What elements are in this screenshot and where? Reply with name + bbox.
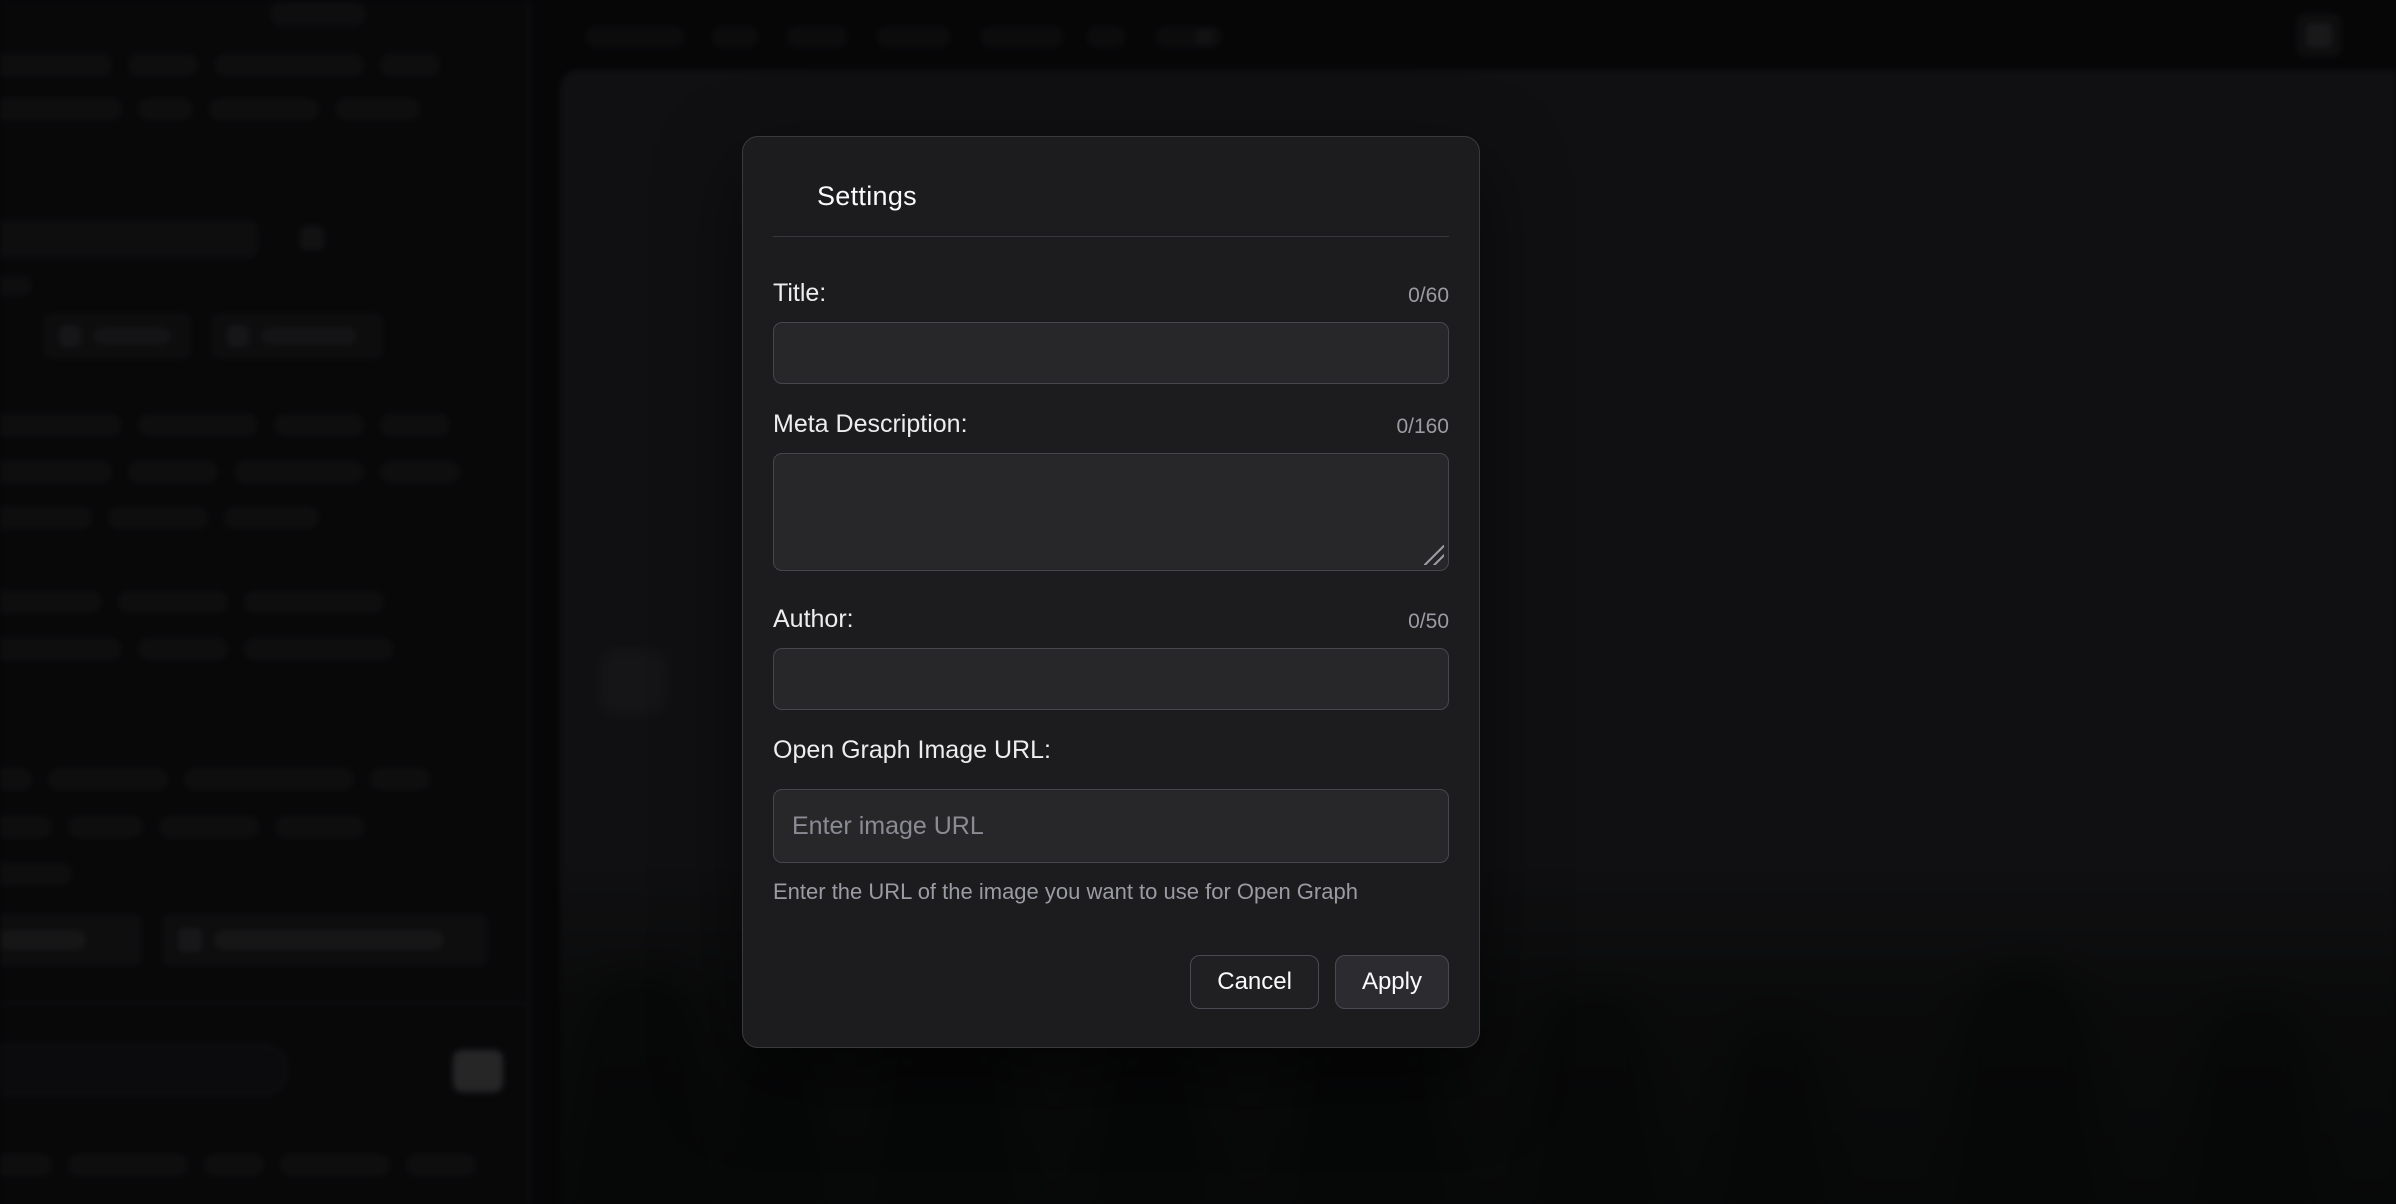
divider bbox=[773, 236, 1449, 237]
og-image-url-label: Open Graph Image URL: bbox=[773, 736, 1051, 765]
meta-description-textarea[interactable] bbox=[773, 453, 1449, 571]
author-input[interactable] bbox=[773, 648, 1449, 710]
title-counter: 0/60 bbox=[1408, 284, 1449, 308]
settings-dialog: Settings Title: 0/60 Meta Description: 0… bbox=[742, 136, 1480, 1048]
author-counter: 0/50 bbox=[1408, 610, 1449, 634]
author-label: Author: bbox=[773, 605, 854, 634]
og-image-url-helper: Enter the URL of the image you want to u… bbox=[773, 879, 1449, 905]
title-input[interactable] bbox=[773, 322, 1449, 384]
dialog-title: Settings bbox=[817, 181, 1449, 212]
og-image-url-input[interactable] bbox=[773, 789, 1449, 863]
title-label: Title: bbox=[773, 279, 826, 308]
apply-button[interactable]: Apply bbox=[1335, 955, 1449, 1009]
meta-description-counter: 0/160 bbox=[1396, 415, 1449, 439]
resize-handle[interactable] bbox=[1424, 545, 1444, 565]
meta-description-label: Meta Description: bbox=[773, 410, 968, 439]
cancel-button[interactable]: Cancel bbox=[1190, 955, 1319, 1009]
